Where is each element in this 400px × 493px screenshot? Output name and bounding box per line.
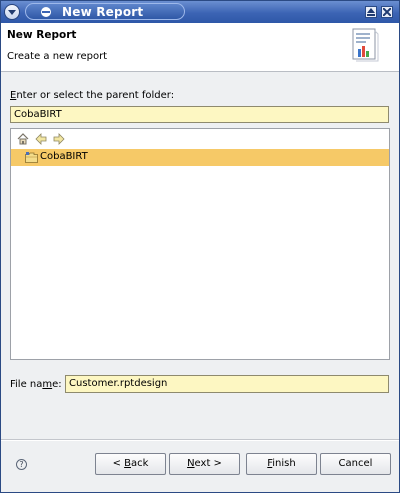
back-button[interactable]: < Back [95, 453, 166, 475]
chevron-down-icon [8, 10, 16, 15]
window-title: New Report [62, 5, 144, 19]
report-wizard-icon [352, 28, 379, 62]
dialog-window: New Report New Report Create a new repor… [0, 0, 400, 493]
banner-title: New Report [7, 29, 77, 41]
parent-folder-label: Enter or select the parent folder: [10, 90, 175, 101]
back-arrow-icon[interactable] [35, 133, 47, 145]
close-icon [383, 8, 391, 16]
forward-arrow-icon[interactable] [53, 133, 65, 145]
file-name-input[interactable]: Customer.rptdesign [65, 375, 389, 393]
parent-folder-input[interactable]: CobaBIRT [10, 106, 389, 123]
banner-description: Create a new report [7, 51, 108, 62]
tree-item-cobabirt[interactable]: CobaBIRT [11, 149, 389, 166]
title-pill: New Report [25, 3, 185, 20]
maximize-icon [367, 8, 375, 16]
project-folder-icon [25, 152, 38, 163]
next-button[interactable]: Next > [169, 453, 240, 475]
title-bar[interactable]: New Report [1, 1, 399, 23]
help-button[interactable]: ? [16, 459, 27, 470]
home-icon[interactable] [17, 133, 29, 145]
close-button[interactable] [381, 6, 393, 18]
maximize-button[interactable] [365, 6, 377, 18]
finish-button[interactable]: Finish [246, 453, 317, 475]
file-name-label: File name: [10, 379, 62, 390]
footer-divider-highlight [1, 440, 399, 441]
app-icon [41, 7, 51, 17]
wizard-banner: New Report Create a new report [1, 23, 399, 72]
folder-tree[interactable]: CobaBIRT [10, 128, 390, 360]
window-menu-button[interactable] [4, 4, 20, 20]
cancel-button[interactable]: Cancel [320, 453, 391, 475]
tree-item-label: CobaBIRT [40, 151, 88, 162]
